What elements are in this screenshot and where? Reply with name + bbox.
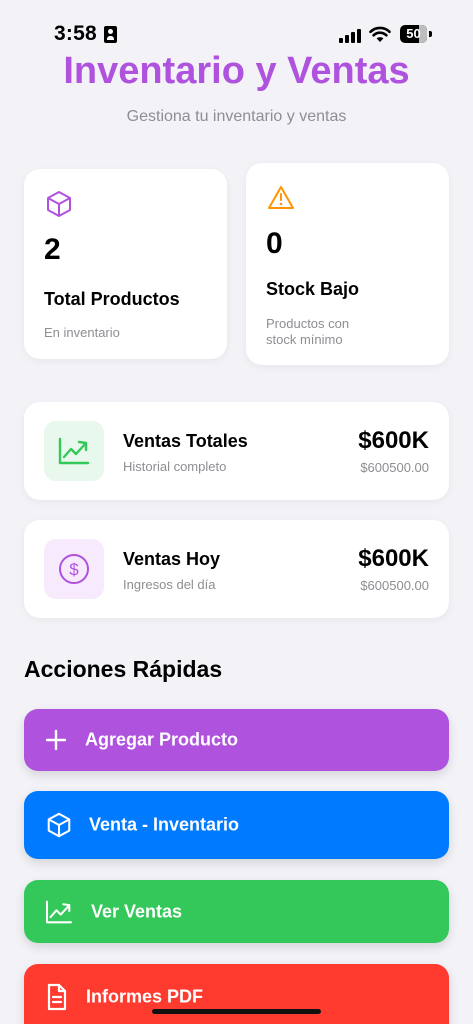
cube-icon xyxy=(47,191,71,217)
document-icon xyxy=(47,983,67,1011)
app-subtitle: Gestiona tu inventario y ventas xyxy=(126,108,347,125)
plus-icon xyxy=(45,729,67,751)
battery-level: 50 xyxy=(406,26,421,41)
home-indicator[interactable] xyxy=(152,1009,321,1014)
dollar-circle-icon: $ xyxy=(59,554,89,584)
view-sales-button[interactable]: Ver Ventas xyxy=(24,880,449,943)
total-sales-subtitle: Historial completo xyxy=(123,459,227,474)
cellular-signal-icon xyxy=(339,28,363,43)
today-sales-title: Ventas Hoy xyxy=(123,549,221,569)
battery-icon: 50 xyxy=(400,25,427,43)
total-products-label: Total Productos xyxy=(44,289,180,309)
quick-actions-title: Acciones Rápidas xyxy=(24,656,223,682)
total-products-card[interactable]: 2 Total Productos En inventario xyxy=(24,169,227,359)
app-title: Inventario y Ventas xyxy=(63,50,410,92)
low-stock-card[interactable]: 0 Stock Bajo Productos con stock mínimo xyxy=(246,163,449,365)
total-sales-icon-box xyxy=(44,421,104,481)
total-sales-card[interactable]: Ventas Totales Historial completo $600K … xyxy=(24,402,449,500)
inventory-sale-label: Venta - Inventario xyxy=(89,814,240,835)
view-sales-label: Ver Ventas xyxy=(91,901,183,921)
inventory-sale-button[interactable]: Venta - Inventario xyxy=(24,791,449,859)
today-sales-exact: $600500.00 xyxy=(360,578,429,593)
add-product-button[interactable]: Agregar Producto xyxy=(24,709,449,771)
screen: 3:58 50 Inventario y Ventas Gestiona tu … xyxy=(0,0,473,1024)
trend-chart-icon xyxy=(45,900,73,923)
low-stock-description: Productos con stock mínimo xyxy=(266,316,350,347)
trend-chart-icon xyxy=(58,437,90,465)
today-sales-card[interactable]: $ Ventas Hoy Ingresos del día $600K $600… xyxy=(24,520,449,618)
pdf-reports-button[interactable]: Informes PDF xyxy=(24,964,449,1024)
pdf-reports-label: Informes PDF xyxy=(86,986,204,1007)
wifi-icon xyxy=(369,26,391,42)
contact-card-icon xyxy=(104,26,117,43)
today-sales-amount: $600K xyxy=(358,545,429,572)
status-bar: 3:58 50 xyxy=(0,0,473,54)
total-products-description: En inventario xyxy=(44,325,120,340)
svg-text:$: $ xyxy=(69,560,79,579)
total-products-value: 2 xyxy=(44,233,61,266)
low-stock-label: Stock Bajo xyxy=(266,279,360,299)
today-sales-icon-box: $ xyxy=(44,539,104,599)
total-sales-title: Ventas Totales xyxy=(123,431,248,451)
status-time: 3:58 xyxy=(54,22,97,45)
warning-icon xyxy=(268,186,294,209)
cube-icon xyxy=(47,812,71,838)
total-sales-exact: $600500.00 xyxy=(360,460,429,475)
low-stock-value: 0 xyxy=(266,227,283,260)
total-sales-amount: $600K xyxy=(358,427,429,454)
add-product-label: Agregar Producto xyxy=(85,729,239,750)
today-sales-subtitle: Ingresos del día xyxy=(123,577,216,592)
